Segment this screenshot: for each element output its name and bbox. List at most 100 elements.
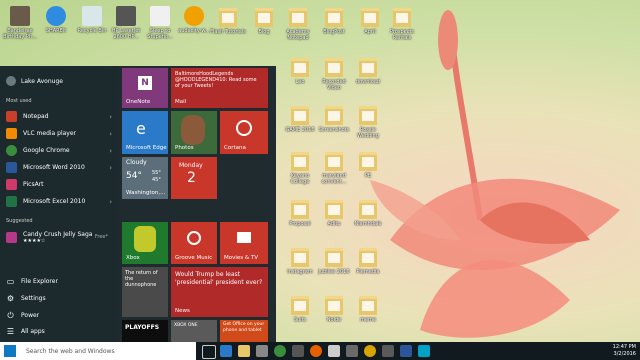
chevron-right-icon[interactable]: › [109, 147, 112, 155]
desktop-icon-game-2016[interactable]: GAME 2016 [282, 104, 318, 133]
vine-icon[interactable] [418, 345, 430, 357]
desktop-icon-proposal[interactable]: Proposal [282, 198, 318, 227]
desktop-icon-sleep[interactable]: Sleep to Stupefio... [142, 6, 178, 40]
firefox-icon[interactable] [310, 345, 322, 357]
desktop-icon-blogpost[interactable]: BlogPost [316, 6, 352, 35]
tile-movies[interactable]: Movies & TV [220, 222, 268, 264]
desktop-icon-audacity[interactable]: audacity-w... [176, 6, 212, 34]
tile-groove[interactable]: Groove Music [171, 222, 217, 264]
file-explorer-item[interactable]: ▭ File Explorer [6, 274, 58, 288]
suggested-app[interactable]: Candy Crush Jelly Saga ★★★★☆ Free* [6, 227, 114, 247]
app-chrome[interactable]: Google Chrome › [6, 143, 114, 158]
tile-onenote[interactable]: N OneNote [122, 68, 168, 108]
desktop-icon-meme[interactable]: meme [350, 294, 386, 323]
search-box[interactable]: Search the web and Windows [0, 342, 196, 360]
photo-app-icon[interactable] [346, 345, 358, 357]
edge-icon[interactable] [220, 345, 232, 357]
folder-icon [291, 106, 309, 125]
news-headline: Would Trump be least 'presidential' pres… [175, 271, 263, 286]
chevron-right-icon[interactable]: › [109, 164, 112, 172]
recycle-bin-icon [82, 6, 102, 26]
chevron-right-icon[interactable]: › [109, 113, 112, 121]
windows-logo-icon[interactable] [4, 345, 16, 357]
desktop-icon-prospects[interactable]: Prospects Rentals [384, 6, 420, 41]
chevron-right-icon[interactable]: › [109, 130, 112, 138]
folder-icon [359, 248, 377, 267]
tile-label: Groove Music [175, 255, 213, 261]
desktop-icon-nolde[interactable]: Nolde [316, 294, 352, 323]
chrome-icon [6, 145, 17, 156]
tile-mail[interactable]: BaltimoreHoodLegends @HOODLEGEND410: Rea… [171, 68, 268, 108]
vlc-icon [6, 128, 17, 139]
tile-calendar[interactable]: Monday 2 [171, 157, 217, 199]
most-used-heading: Most used [6, 98, 32, 104]
media-icon[interactable] [292, 345, 304, 357]
desktop-icon-aditu[interactable]: Aditu [316, 198, 352, 227]
desktop-icon-hp-laserjet[interactable]: HP LaserJet 2600 HP... [108, 6, 144, 40]
desktop-icon-maryland-convent[interactable]: maryland convent... [316, 150, 352, 185]
desktop-icon-shareit[interactable]: SHAREit [38, 6, 74, 34]
desktop-icon-niamhdale[interactable]: Niamhdale [350, 198, 386, 227]
tile-label: Xbox [126, 255, 140, 261]
tile-xbox-store[interactable]: XBOX ONE [171, 320, 217, 342]
desktop-icon-pe[interactable]: PE [350, 150, 386, 179]
folder-icon [359, 296, 377, 315]
settings-item[interactable]: ⚙ Settings [6, 291, 46, 305]
app-notepad[interactable]: Notepad › [6, 109, 114, 124]
tile-photos[interactable]: Photos [171, 111, 217, 154]
tile-cortana[interactable]: Cortana [220, 111, 268, 154]
desktop-icon-keyano-college[interactable]: Keyano College [282, 150, 318, 185]
folder-icon [289, 8, 307, 27]
tile-news[interactable]: Would Trump be least 'presidential' pres… [171, 267, 268, 317]
chrome-icon[interactable] [274, 345, 286, 357]
desktop-icon-recorded-video[interactable]: Recorded Video [316, 56, 352, 91]
desktop-icon-jubilee-2016[interactable]: Jubilee 2016 [316, 246, 352, 275]
app-icon[interactable] [382, 345, 394, 357]
weather-condition: Cloudy [126, 159, 147, 166]
desktop-icon-bandeirae[interactable]: Bandeirae Birthday Ph... [2, 6, 38, 40]
desktop-icon-piemedia[interactable]: Piemedia [350, 246, 386, 275]
desktop-icon-leo[interactable]: Leo [282, 56, 318, 85]
app-excel[interactable]: Microsoft Excel 2010 › [6, 194, 114, 209]
power-item[interactable]: ⏻ Power [6, 308, 39, 322]
desktop-icon-april[interactable]: April [352, 6, 388, 35]
desktop-icon-flash-tutorials[interactable]: Flash Tutorials [210, 6, 246, 35]
photo-thumbnail [181, 115, 205, 145]
photo-icon [10, 6, 30, 26]
tile-weather[interactable]: Cloudy 54° 55° 45° Washington,... [122, 157, 168, 199]
office-promo-text: Get Office on your phone and tablet [223, 322, 265, 333]
task-view-icon[interactable] [202, 345, 216, 359]
tile-playoffs[interactable]: PLAYOFFS [122, 320, 168, 342]
system-clock[interactable]: 12:47 PM 3/2/2016 [613, 344, 636, 358]
store-icon[interactable] [256, 345, 268, 357]
user-account[interactable]: Lake Avonuge [6, 76, 63, 86]
word-icon[interactable] [400, 345, 412, 357]
tile-xbox[interactable]: Xbox [122, 222, 168, 264]
tile-office[interactable]: Get Office on your phone and tablet [220, 320, 268, 342]
desktop-icon-screenshots[interactable]: Screenshots [316, 104, 352, 133]
desktop-icon-download[interactable]: download [350, 56, 386, 85]
desktop-icon-instagram[interactable]: Instagram [282, 246, 318, 275]
user-name: Lake Avonuge [21, 77, 63, 85]
tile-news-story[interactable]: The return of the dunnophone [122, 267, 168, 317]
weather-low: 45° [152, 177, 161, 183]
app-picsart[interactable]: PicsArt [6, 177, 114, 192]
desktop-icon-academy-notepad[interactable]: Academy Notepad [280, 6, 316, 41]
folder-icon [291, 200, 309, 219]
notepad-icon[interactable] [328, 345, 340, 357]
folder-icon [325, 248, 343, 267]
chevron-right-icon[interactable]: › [109, 198, 112, 206]
tile-label: Microsoft Edge [126, 145, 167, 151]
desktop-icon-suits[interactable]: Suits [282, 294, 318, 323]
all-apps-item[interactable]: ☰ All apps [6, 324, 45, 338]
chrome-icon[interactable] [364, 345, 376, 357]
desktop-icon-recycle-bin[interactable]: Recycle Bin [74, 6, 110, 34]
weather-high: 55° [152, 170, 161, 176]
app-vlc[interactable]: VLC media player › [6, 126, 114, 141]
desktop-icon-rossie-wedding[interactable]: Rossie Wedding [350, 104, 386, 139]
folder-icon[interactable] [238, 345, 250, 357]
desktop-icon-blog[interactable]: Blog [246, 6, 282, 35]
app-word[interactable]: Microsoft Word 2010 › [6, 160, 114, 175]
folder-icon [291, 296, 309, 315]
tile-edge[interactable]: e Microsoft Edge [122, 111, 168, 154]
